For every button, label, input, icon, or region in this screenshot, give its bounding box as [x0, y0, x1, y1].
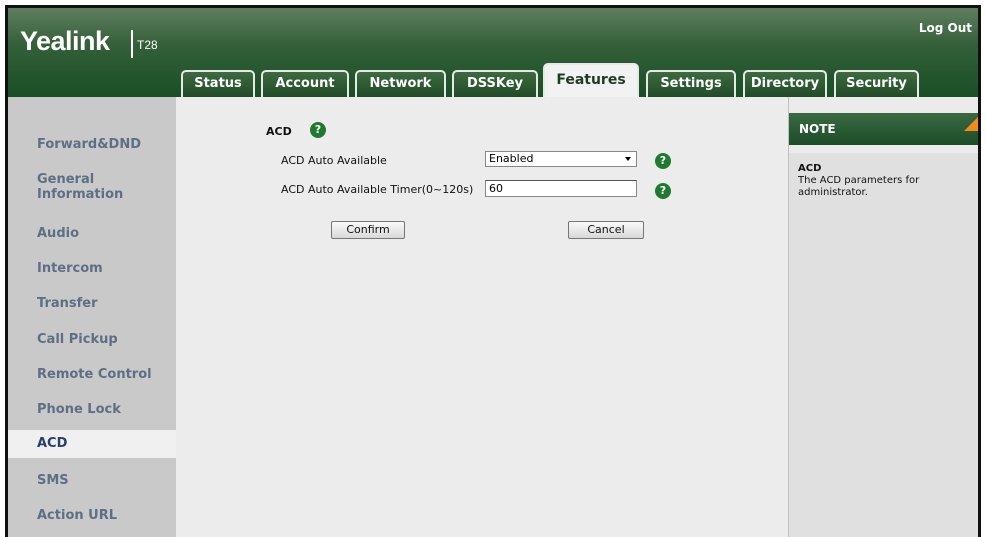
logo-divider — [131, 30, 133, 58]
model-label: T28 — [137, 38, 158, 52]
confirm-button[interactable]: Confirm — [331, 221, 405, 239]
acd-timer-input[interactable] — [485, 180, 637, 197]
section-title: ACD — [266, 125, 292, 138]
tab-features[interactable]: Features — [543, 63, 639, 97]
note-panel: NOTE ACD The ACD parameters for administ… — [788, 97, 978, 537]
sidebar-item-acd[interactable]: ACD — [8, 430, 184, 458]
sidebar-item-call-pickup[interactable]: Call Pickup — [8, 332, 176, 347]
tab-directory[interactable]: Directory — [743, 70, 827, 97]
sidebar-item-phone-lock[interactable]: Phone Lock — [8, 402, 176, 417]
sidebar-item-remote-control[interactable]: Remote Control — [8, 367, 176, 382]
acd-auto-available-value: Enabled — [489, 152, 534, 165]
note-header: NOTE — [789, 113, 978, 145]
help-icon[interactable]: ? — [655, 183, 671, 199]
note-body: ACD The ACD parameters for administrator… — [789, 153, 978, 537]
tab-security[interactable]: Security — [834, 70, 919, 97]
main-content: ACD ? ACD Auto Available Enabled ? ACD A… — [176, 97, 786, 537]
top-header: Yealink T28 Log Out Status Account Netwo… — [8, 8, 978, 97]
browser-frame: Yealink T28 Log Out Status Account Netwo… — [5, 5, 981, 537]
note-header-label: NOTE — [799, 122, 836, 136]
sidebar-item-transfer[interactable]: Transfer — [8, 296, 176, 311]
chevron-down-icon — [625, 157, 631, 161]
logout-link[interactable]: Log Out — [919, 21, 972, 35]
yealink-logo: Yealink — [20, 26, 110, 56]
tab-account[interactable]: Account — [261, 70, 349, 97]
sidebar: Forward&DND General Information Audio In… — [8, 97, 184, 537]
acd-timer-label: ACD Auto Available Timer(0~120s) — [281, 183, 474, 196]
tab-network[interactable]: Network — [355, 70, 446, 97]
tab-dsskey[interactable]: DSSKey — [452, 70, 538, 97]
acd-auto-available-select[interactable]: Enabled — [485, 151, 637, 167]
corner-icon — [964, 113, 978, 131]
help-icon[interactable]: ? — [310, 122, 326, 138]
sidebar-item-sms[interactable]: SMS — [8, 473, 176, 488]
note-title: ACD — [798, 163, 822, 174]
sidebar-item-action-url[interactable]: Action URL — [8, 508, 176, 523]
cancel-button[interactable]: Cancel — [568, 221, 644, 239]
acd-auto-available-label: ACD Auto Available — [281, 154, 387, 167]
note-text: The ACD parameters for administrator. — [798, 175, 920, 198]
tab-status[interactable]: Status — [181, 70, 255, 97]
tab-settings[interactable]: Settings — [646, 70, 736, 97]
sidebar-item-forward-dnd[interactable]: Forward&DND — [8, 137, 176, 152]
help-icon[interactable]: ? — [655, 153, 671, 169]
sidebar-item-intercom[interactable]: Intercom — [8, 261, 176, 276]
sidebar-item-audio[interactable]: Audio — [8, 226, 176, 241]
sidebar-item-general-information[interactable]: General Information — [8, 172, 128, 202]
